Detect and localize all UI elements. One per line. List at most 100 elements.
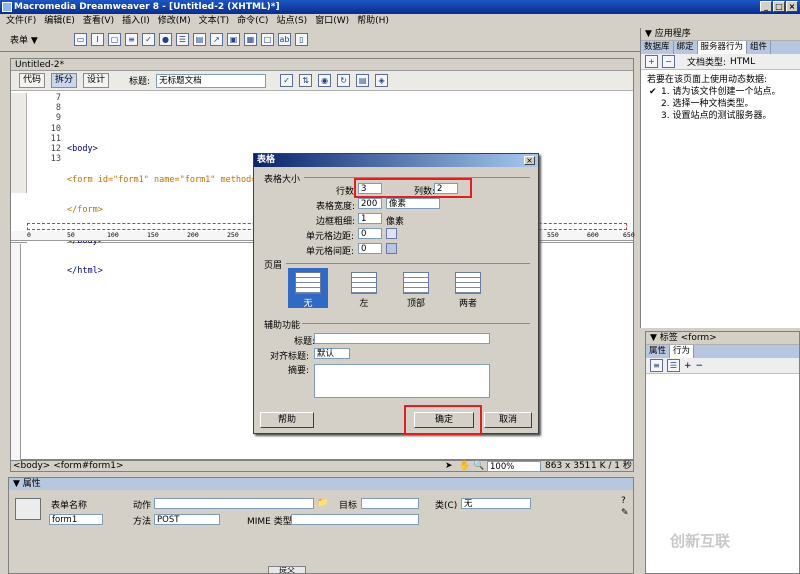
menu-site[interactable]: 站点(S) xyxy=(276,14,307,28)
step-3[interactable]: 3. 设置站点的测试服务器。 xyxy=(647,110,794,122)
document-tab[interactable]: Untitled-2* xyxy=(11,59,633,71)
target-label: 目标 xyxy=(339,501,358,511)
visual-aids-icon[interactable]: ◈ xyxy=(375,74,389,87)
hand-tool-icon[interactable]: ✋ xyxy=(459,461,470,472)
class-select[interactable]: 无 xyxy=(461,498,531,509)
align-caption-select[interactable]: 默认 xyxy=(314,348,350,359)
menu-insert[interactable]: 插入(I) xyxy=(122,14,150,28)
image-field-icon[interactable]: ▣ xyxy=(227,33,240,46)
jump-menu-icon[interactable]: ↗ xyxy=(210,33,223,46)
select-tool-icon[interactable]: ➤ xyxy=(445,461,453,472)
mime-type-select[interactable] xyxy=(291,514,419,525)
cancel-button[interactable]: 取消 xyxy=(484,412,532,428)
cell-spacing-input[interactable]: 0 xyxy=(358,243,382,254)
tag-selector[interactable]: <body> <form#form1> xyxy=(13,461,124,472)
no-browser-check-icon[interactable]: ✓ xyxy=(280,74,294,87)
design-view-button[interactable]: 设计 xyxy=(83,73,110,88)
checkbox-icon[interactable]: ✓ xyxy=(142,33,155,46)
target-select[interactable] xyxy=(361,498,419,509)
menu-file[interactable]: 文件(F) xyxy=(6,14,36,28)
method-select[interactable]: POST xyxy=(154,514,220,525)
width-unit-select[interactable]: 像素 xyxy=(386,198,440,209)
application-panel: ▼ 应用程序 数据库 绑定 服务器行为 组件 + − 文档类型: HTML 若要… xyxy=(640,28,800,328)
header-option-both[interactable]: 两者 xyxy=(448,268,488,309)
step-2[interactable]: 2. 选择一种文档类型。 xyxy=(647,98,794,110)
list-menu-icon[interactable]: ▤ xyxy=(193,33,206,46)
menu-modify[interactable]: 修改(M) xyxy=(158,14,191,28)
folder-icon[interactable]: 📁 xyxy=(317,498,328,508)
hidden-field-icon[interactable]: ▢ xyxy=(108,33,121,46)
close-button[interactable]: × xyxy=(786,1,798,12)
property-inspector-header[interactable]: ▼ 属性 xyxy=(9,478,633,490)
add-icon[interactable]: + xyxy=(645,55,658,68)
maximize-button[interactable]: □ xyxy=(773,1,785,12)
menu-help[interactable]: 帮助(H) xyxy=(357,14,389,28)
ruler-tick: 600 xyxy=(587,231,599,239)
line-number: 7 xyxy=(55,93,61,103)
insert-category-dropdown[interactable]: 表单 ▼ xyxy=(10,33,70,46)
show-all-events-icon[interactable]: ☰ xyxy=(667,359,680,372)
header-option-none[interactable]: 无 xyxy=(288,268,328,309)
tab-attributes[interactable]: 属性 xyxy=(646,345,671,358)
header-option-left[interactable]: 左 xyxy=(344,268,384,309)
zoom-select[interactable]: 100% xyxy=(487,461,541,472)
help-icon[interactable]: ? xyxy=(621,496,626,506)
form-name-input[interactable]: form1 xyxy=(49,514,103,525)
dreamweaver-icon xyxy=(2,2,12,12)
tab-bindings[interactable]: 绑定 xyxy=(674,41,698,54)
textarea-icon[interactable]: ≡ xyxy=(125,33,138,46)
text-field-icon[interactable]: I xyxy=(91,33,104,46)
view-options-icon[interactable]: ▤ xyxy=(356,74,370,87)
header-option-top[interactable]: 顶部 xyxy=(396,268,436,309)
border-unit: 像素 xyxy=(386,217,405,227)
ruler-tick: 100 xyxy=(107,231,119,239)
page-title-input[interactable]: 无标题文档 xyxy=(156,73,267,88)
header-option-label: 无 xyxy=(303,299,313,309)
menu-bar: 文件(F) 编辑(E) 查看(V) 插入(I) 修改(M) 文本(T) 命令(C… xyxy=(0,14,640,28)
tab-behaviors[interactable]: 行为 xyxy=(670,345,695,358)
menu-edit[interactable]: 编辑(E) xyxy=(44,14,75,28)
title-label: 标题: xyxy=(129,77,151,87)
file-field-icon[interactable]: ▦ xyxy=(244,33,257,46)
application-panel-header[interactable]: ▼ 应用程序 xyxy=(641,28,800,41)
caption-input[interactable] xyxy=(314,333,490,344)
refresh-icon[interactable]: ↻ xyxy=(337,74,351,87)
summary-textarea[interactable] xyxy=(314,364,490,398)
code-view-button[interactable]: 代码 xyxy=(19,73,46,88)
window-size[interactable]: 863 x 351 xyxy=(545,461,590,472)
preview-icon[interactable]: ◉ xyxy=(318,74,332,87)
tab-database[interactable]: 数据库 xyxy=(641,41,674,54)
tab-server-behaviors[interactable]: 服务器行为 xyxy=(697,41,748,54)
dialog-close-icon[interactable]: × xyxy=(524,156,535,165)
cell-padding-input[interactable]: 0 xyxy=(358,228,382,239)
form-icon[interactable]: ▭ xyxy=(74,33,87,46)
help-button[interactable]: 帮助 xyxy=(260,412,314,428)
remove-behavior-icon[interactable]: − xyxy=(696,361,704,371)
step-1[interactable]: 1. 请为该文件创建一个站点。 xyxy=(661,87,780,97)
border-input[interactable]: 1 xyxy=(358,213,382,224)
fieldset-icon[interactable]: ▯ xyxy=(295,33,308,46)
minimize-button[interactable]: _ xyxy=(760,1,772,12)
menu-commands[interactable]: 命令(C) xyxy=(237,14,268,28)
add-behavior-icon[interactable]: + xyxy=(684,361,692,371)
table-left-header-icon xyxy=(351,272,377,294)
radio-icon[interactable]: ● xyxy=(159,33,172,46)
radio-group-icon[interactable]: ☰ xyxy=(176,33,189,46)
quick-tag-editor-icon[interactable]: ✎ xyxy=(621,508,629,518)
table-width-input[interactable]: 200 xyxy=(358,198,382,209)
tag-inspector-header[interactable]: ▼ 标签 <form> xyxy=(646,332,799,345)
zoom-tool-icon[interactable]: 🔍 xyxy=(473,461,484,472)
button-icon[interactable]: □ xyxy=(261,33,274,46)
remove-icon[interactable]: − xyxy=(662,55,675,68)
tab-components[interactable]: 组件 xyxy=(747,41,772,54)
method-label: 方法 xyxy=(133,517,152,527)
menu-window[interactable]: 窗口(W) xyxy=(315,14,349,28)
menu-view[interactable]: 查看(V) xyxy=(83,14,114,28)
label-icon[interactable]: ab xyxy=(278,33,291,46)
split-view-button[interactable]: 拆分 xyxy=(51,73,78,88)
status-bar: <body> <form#form1> ➤ ✋ 🔍 100% 863 x 351… xyxy=(10,460,634,472)
show-set-events-icon[interactable]: ≡ xyxy=(650,359,663,372)
action-input[interactable] xyxy=(154,498,314,509)
file-management-icon[interactable]: ⇅ xyxy=(299,74,313,87)
menu-text[interactable]: 文本(T) xyxy=(199,14,230,28)
